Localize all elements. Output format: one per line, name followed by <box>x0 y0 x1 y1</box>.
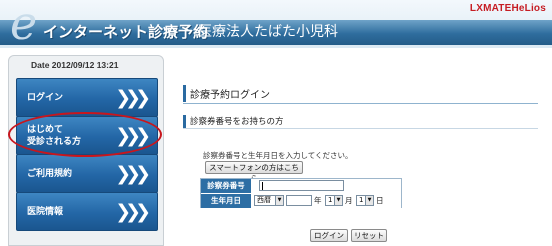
birthdate-cell: 西暦 ▼ 年 1 ▼ 月 1 ▼ 日 <box>251 194 401 208</box>
birthdate-row: 生年月日 西暦 ▼ 年 1 ▼ 月 1 ▼ 日 <box>201 194 401 208</box>
day-select[interactable]: 1 ▼ <box>356 195 374 206</box>
header: e インターネット診療予約 医療法人たばた小児科 LXMATEHeLios <box>0 0 552 48</box>
ticket-label: 診察券番号 <box>201 179 251 193</box>
reset-button[interactable]: リセット <box>351 229 387 242</box>
sidebar-item-label: 医院情報 <box>27 206 64 217</box>
ticket-row: 診察券番号 <box>201 179 401 193</box>
chevron-right-icon: ❯❯❯ <box>115 200 151 223</box>
highlight-ellipse <box>8 112 162 157</box>
ticket-cell <box>251 179 401 193</box>
dropdown-arrow-icon: ▼ <box>365 196 373 205</box>
era-select[interactable]: 西暦 ▼ <box>254 195 284 206</box>
day-select-value: 1 <box>359 196 364 204</box>
chevron-right-icon: ❯❯❯ <box>115 162 151 185</box>
page-title: 診療予約ログイン <box>190 90 270 101</box>
year-input[interactable] <box>286 195 312 206</box>
year-unit: 年 <box>314 196 322 205</box>
app-title: インターネット診療予約 <box>43 23 209 41</box>
sidebar-item-clinic-info[interactable]: 医院情報 ❯❯❯ <box>16 192 158 231</box>
day-unit: 日 <box>376 196 384 205</box>
sidebar-item-label: ログイン <box>27 92 64 103</box>
date-display: Date 2012/09/12 13:21 <box>31 60 119 70</box>
login-button[interactable]: ログイン <box>310 229 348 242</box>
main-content: 診療予約ログイン 診察券番号をお持ちの方 診察券番号と生年月日を入力してください… <box>170 55 552 246</box>
era-select-value: 西暦 <box>257 196 271 204</box>
month-select[interactable]: 1 ▼ <box>325 195 343 206</box>
section-title: 診察券番号をお持ちの方 <box>190 117 284 127</box>
section-header: 診察券番号をお持ちの方 <box>183 115 538 129</box>
month-select-value: 1 <box>328 196 333 204</box>
dropdown-arrow-icon: ▼ <box>275 196 283 205</box>
page-title-bar: 診療予約ログイン <box>183 83 538 104</box>
month-unit: 月 <box>345 196 353 205</box>
dropdown-arrow-icon: ▼ <box>334 196 342 205</box>
clinic-name: 医療法人たばた小児科 <box>198 24 338 40</box>
sidebar-item-label: ご利用規約 <box>27 168 73 179</box>
chevron-right-icon: ❯❯❯ <box>115 86 151 109</box>
sidebar-item-terms[interactable]: ご利用規約 ❯❯❯ <box>16 154 158 193</box>
section-accent <box>183 115 186 128</box>
e-logo: e <box>10 0 38 50</box>
instruction-text: 診察券番号と生年月日を入力してください。 <box>203 151 353 160</box>
birthdate-label: 生年月日 <box>201 194 251 208</box>
smartphone-button[interactable]: スマートフォンの方はこちら <box>205 161 303 183</box>
title-accent <box>183 85 186 102</box>
login-form: 診察券番号 生年月日 西暦 ▼ 年 1 ▼ 月 1 ▼ 日 <box>200 178 402 208</box>
text-caret <box>262 182 263 190</box>
brand-logo: LXMATEHeLios <box>469 3 546 14</box>
ticket-number-input[interactable] <box>259 180 344 191</box>
